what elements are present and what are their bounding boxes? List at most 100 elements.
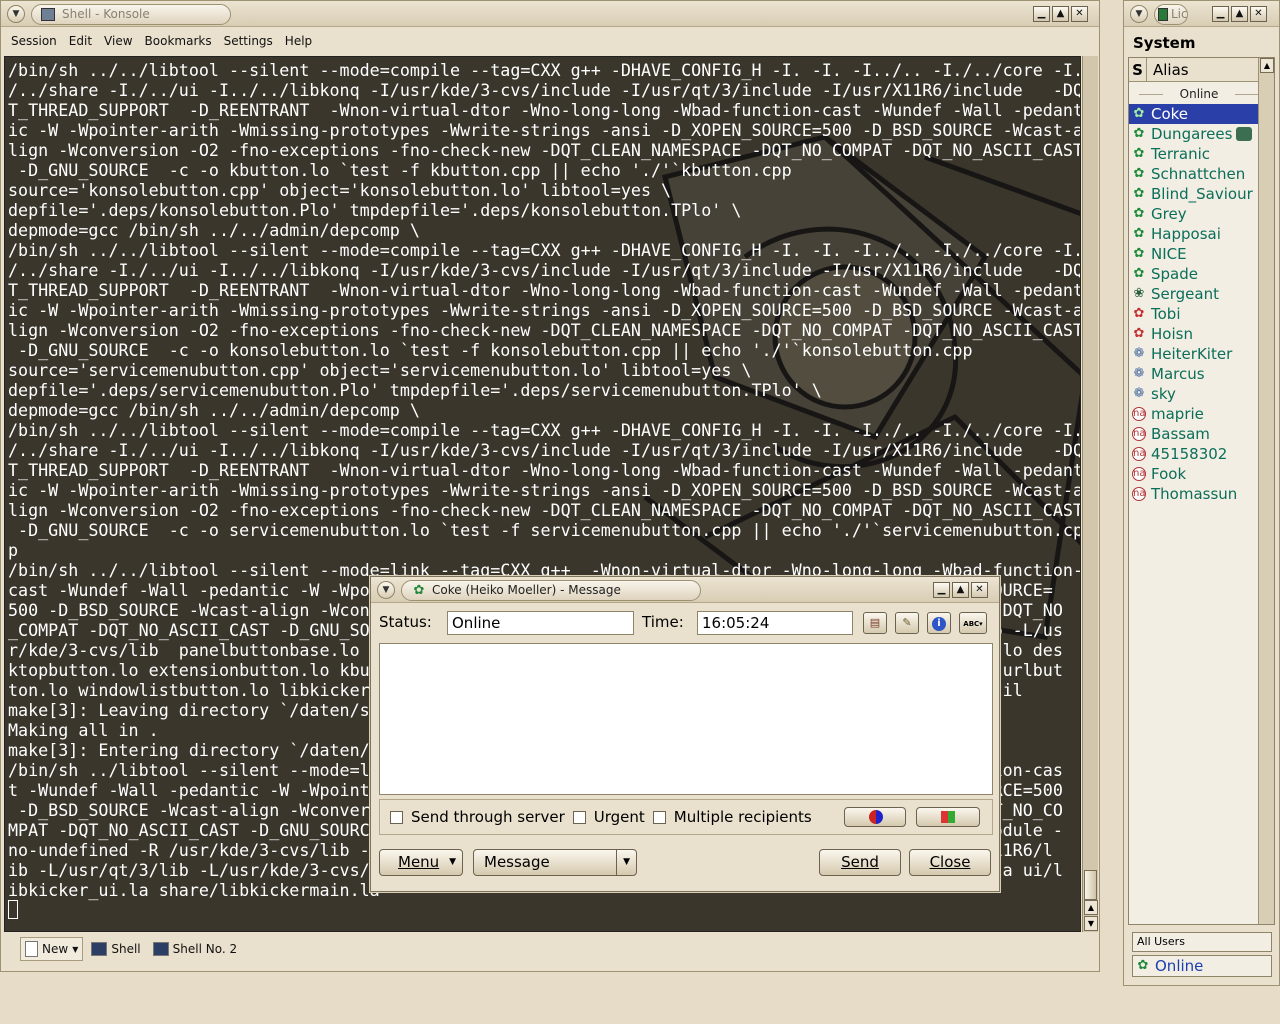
user-info-button[interactable]: ✎: [895, 612, 919, 634]
menu-session[interactable]: Session: [5, 29, 63, 53]
scroll-up-arrow[interactable]: ▲: [1084, 900, 1098, 915]
contact-name: Tobi: [1151, 305, 1181, 323]
contact-name: HeiterKiter: [1151, 345, 1233, 363]
contact-item[interactable]: ✿ Hoisn: [1129, 324, 1260, 344]
contact-item[interactable]: ✿ Dungarees: [1129, 124, 1260, 144]
window-title: Lic: [1154, 4, 1188, 25]
contact-name: 45158302: [1151, 445, 1228, 463]
send-through-server-label[interactable]: Send through server: [411, 808, 565, 826]
contact-item[interactable]: na maprie: [1129, 404, 1260, 424]
window-menu-button[interactable]: ▼: [7, 5, 25, 23]
tab-shell[interactable]: Shell: [87, 937, 144, 961]
header-status-column[interactable]: S: [1129, 58, 1147, 82]
contact-item[interactable]: ✿ NICE: [1129, 244, 1260, 264]
status-combo[interactable]: ✿ Online: [1132, 955, 1272, 977]
tab-shell-2[interactable]: Shell No. 2: [149, 937, 241, 961]
not-available-icon: na: [1132, 447, 1146, 461]
licq-titlebar[interactable]: ▼ Lic ▁ ▲ ✕: [1124, 1, 1279, 27]
group-combo[interactable]: All Users: [1132, 932, 1272, 952]
contact-list-scrollbar[interactable]: ▲: [1258, 58, 1274, 924]
menu-view[interactable]: View: [98, 29, 138, 53]
contact-item[interactable]: ❁ sky: [1129, 384, 1260, 404]
contact-name: Thomassun: [1151, 485, 1238, 503]
send-through-server-checkbox[interactable]: [390, 810, 403, 824]
terminal-scrollbar[interactable]: ▲ ▼: [1082, 56, 1098, 932]
contact-item[interactable]: na Fook: [1129, 464, 1260, 484]
contact-name: sky: [1151, 385, 1176, 403]
close-button[interactable]: ✕: [1071, 6, 1088, 22]
close-button[interactable]: ✕: [1250, 6, 1267, 22]
window-menu-button[interactable]: ▼: [1130, 5, 1148, 23]
scrollbar-thumb[interactable]: [1084, 870, 1097, 900]
scroll-down-arrow[interactable]: ▼: [1084, 916, 1098, 931]
contact-list: S Alias Online ✿ Coke ✿ Dungarees ✿ Terranic ✿…: [1128, 57, 1275, 925]
system-menu-label[interactable]: System: [1133, 34, 1195, 52]
contact-name: NICE: [1151, 245, 1187, 263]
window-buttons: ▁ ▲ ✕: [1033, 6, 1088, 22]
message-titlebar[interactable]: ▼ ✿ Coke (Heiko Moeller) - Message ▁ ▲ ✕: [371, 577, 999, 603]
contact-item[interactable]: ❁ Marcus: [1129, 364, 1260, 384]
contact-name: Happosai: [1151, 225, 1221, 243]
terminal-line: lign -Wconversion -O2 -fno-exceptions -f…: [8, 140, 1081, 160]
menu-settings[interactable]: Settings: [218, 29, 279, 53]
close-dialog-button[interactable]: Close: [909, 849, 991, 876]
new-session-button[interactable]: New ▼: [20, 937, 84, 961]
online-flower-icon: ✿: [1133, 166, 1145, 181]
online-flower-icon: ✿: [1137, 958, 1149, 973]
menu-button[interactable]: Menu ▼: [379, 849, 463, 876]
history-button[interactable]: ▤: [863, 612, 887, 634]
terminal-line: depfile='.deps/servicemenubutton.Plo' tm…: [8, 380, 822, 400]
contact-name: Blind_Saviour: [1151, 185, 1253, 203]
konsole-titlebar[interactable]: ▼ Shell - Konsole ▁ ▲ ✕: [1, 1, 1099, 27]
contact-item[interactable]: ✿ Tobi: [1129, 304, 1260, 324]
time-field[interactable]: 16:05:24: [697, 611, 853, 635]
maximize-button[interactable]: ▲: [1052, 6, 1069, 22]
multiple-recipients-checkbox[interactable]: [652, 810, 666, 824]
smiley-button[interactable]: [844, 807, 906, 827]
window-menu-button[interactable]: ▼: [377, 581, 395, 599]
minimize-button[interactable]: ▁: [1212, 6, 1229, 22]
contact-item[interactable]: ✿ Grey: [1129, 204, 1260, 224]
message-type-combo[interactable]: Message ▼: [473, 849, 637, 876]
contact-item[interactable]: ✿ Terranic: [1129, 144, 1260, 164]
window-title: ✿ Coke (Heiko Moeller) - Message: [401, 580, 701, 601]
not-available-icon: na: [1132, 407, 1146, 421]
contact-item[interactable]: ✿ Happosai: [1129, 224, 1260, 244]
contact-item[interactable]: ✿ Schnattchen: [1129, 164, 1260, 184]
message-textarea[interactable]: [379, 643, 993, 795]
minimize-button[interactable]: ▁: [1033, 6, 1050, 22]
contact-item[interactable]: ✿ Blind_Saviour: [1129, 184, 1260, 204]
terminal-line: /bin/sh ../../libtool --silent --mode=co…: [8, 240, 1081, 260]
maximize-button[interactable]: ▲: [952, 582, 969, 598]
contact-item[interactable]: na Bassam: [1129, 424, 1260, 444]
urgent-checkbox[interactable]: [572, 810, 586, 824]
menu-help[interactable]: Help: [279, 29, 318, 53]
urgent-label[interactable]: Urgent: [594, 808, 645, 826]
contact-item[interactable]: ❀ Sergeant: [1129, 284, 1260, 304]
chevron-down-icon: ▼: [616, 850, 630, 875]
contact-item[interactable]: ❁ HeiterKiter: [1129, 344, 1260, 364]
contact-item[interactable]: na 45158302: [1129, 444, 1260, 464]
contact-item[interactable]: ✿ Spade: [1129, 264, 1260, 284]
scroll-up-arrow[interactable]: ▲: [1260, 58, 1274, 73]
terminal-line: T_THREAD_SUPPORT -D_REENTRANT -Wnon-virt…: [8, 280, 1081, 300]
info-button[interactable]: i: [927, 612, 951, 634]
online-flower-icon: ✿: [1133, 246, 1145, 261]
online-flower-icon: ✿: [1133, 106, 1145, 121]
terminal-line: /bin/sh ../../libtool --silent --mode=co…: [8, 60, 1081, 80]
color-button[interactable]: [916, 807, 980, 827]
message-dialog: ▼ ✿ Coke (Heiko Moeller) - Message ▁ ▲ ✕…: [370, 576, 1000, 892]
menu-edit[interactable]: Edit: [63, 29, 98, 53]
encoding-button[interactable]: ABC▾: [959, 612, 987, 634]
status-field[interactable]: Online: [447, 611, 634, 635]
minimize-button[interactable]: ▁: [933, 582, 950, 598]
multiple-recipients-label[interactable]: Multiple recipients: [674, 808, 812, 826]
close-button[interactable]: ✕: [971, 582, 988, 598]
terminal-line: depmode=gcc /bin/sh ../../admin/depcomp …: [8, 400, 420, 420]
contact-item[interactable]: ✿ Coke: [1129, 104, 1260, 124]
menu-bookmarks[interactable]: Bookmarks: [139, 29, 218, 53]
header-alias-column[interactable]: Alias: [1153, 58, 1189, 82]
send-button[interactable]: Send: [819, 849, 901, 876]
maximize-button[interactable]: ▲: [1231, 6, 1248, 22]
contact-item[interactable]: na Thomassun: [1129, 484, 1260, 504]
